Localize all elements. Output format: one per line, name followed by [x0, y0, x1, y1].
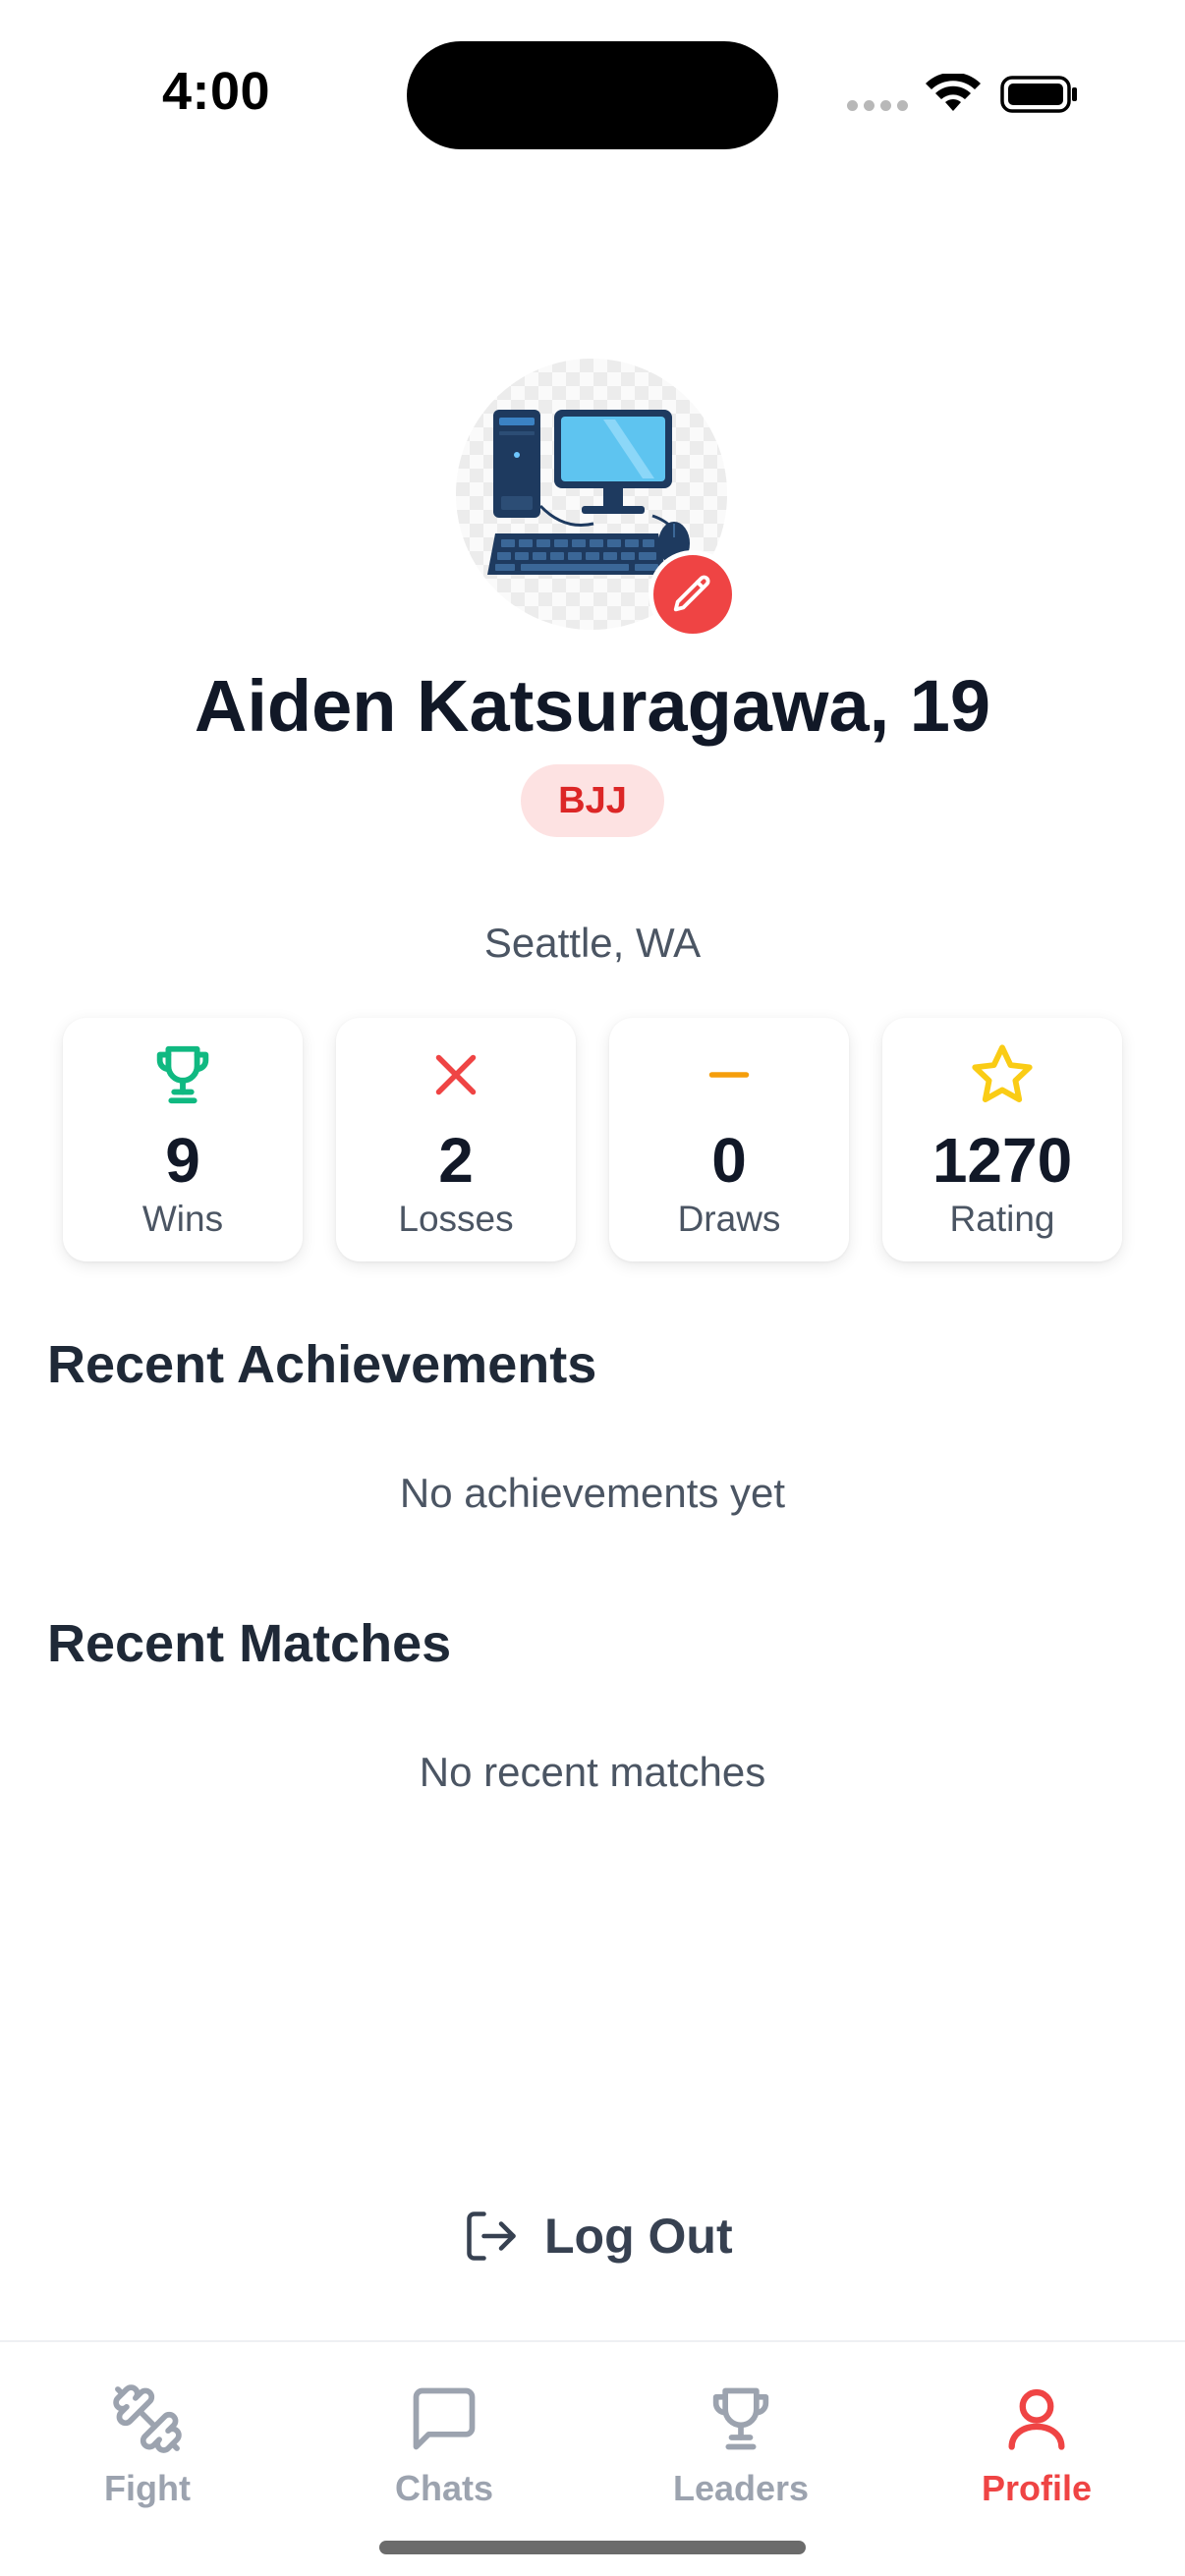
edit-avatar-button[interactable]	[649, 550, 737, 639]
tab-leaders[interactable]: Leaders	[643, 2381, 839, 2509]
profile-location: Seattle, WA	[483, 920, 702, 966]
dumbbell-icon	[113, 2384, 182, 2453]
achievements-empty-text: No achievements yet	[399, 1470, 786, 1516]
home-indicator[interactable]	[379, 2541, 806, 2554]
user-icon	[1008, 2388, 1065, 2450]
stat-card-rating: 1270 Rating	[882, 1018, 1122, 1261]
status-time: 4:00	[162, 62, 271, 121]
star-icon	[972, 1044, 1033, 1102]
stat-value: 0	[711, 1125, 747, 1196]
dynamic-island	[407, 41, 778, 149]
trophy-icon	[156, 1045, 209, 1104]
stat-value: 9	[165, 1125, 200, 1196]
logout-label: Log Out	[544, 2209, 733, 2264]
tab-label: Fight	[104, 2468, 191, 2508]
stat-label: Losses	[398, 1199, 514, 1239]
stat-label: Wins	[141, 1199, 224, 1239]
matches-empty-text: No recent matches	[419, 1749, 766, 1795]
chat-bubble-icon	[413, 2387, 476, 2450]
tab-label: Leaders	[672, 2468, 810, 2508]
cellular-signal-icon	[847, 100, 908, 111]
stat-label: Draws	[677, 1199, 781, 1239]
tab-chats[interactable]: Chats	[346, 2381, 542, 2509]
tab-label: Chats	[394, 2468, 494, 2508]
matches-heading: Recent Matches	[47, 1614, 452, 1673]
logout-icon	[467, 2212, 516, 2261]
profile-screen: 4:00 Aiden Katsuragawa, 19 BJJ Seattle, …	[0, 0, 1185, 2576]
stat-card-draws: 0 Draws	[609, 1018, 849, 1261]
stat-card-losses: 2 Losses	[336, 1018, 576, 1261]
tab-label: Profile	[981, 2468, 1093, 2508]
logout-button[interactable]: Log Out	[462, 2197, 733, 2275]
stat-value: 1270	[931, 1125, 1073, 1196]
tab-fight[interactable]: Fight	[49, 2381, 246, 2509]
stat-label: Rating	[949, 1199, 1055, 1239]
pencil-icon	[673, 575, 710, 612]
wifi-icon	[926, 74, 981, 111]
stat-value: 2	[438, 1125, 474, 1196]
trophy-icon	[712, 2387, 769, 2450]
battery-icon	[1000, 76, 1077, 113]
sport-badge: BJJ	[521, 764, 664, 837]
achievements-heading: Recent Achievements	[47, 1335, 597, 1394]
profile-name-age: Aiden Katsuragawa, 19	[194, 665, 991, 747]
tab-profile[interactable]: Profile	[938, 2381, 1135, 2509]
minus-icon	[708, 1072, 750, 1078]
stat-card-wins: 9 Wins	[63, 1018, 303, 1261]
x-icon	[435, 1054, 477, 1095]
